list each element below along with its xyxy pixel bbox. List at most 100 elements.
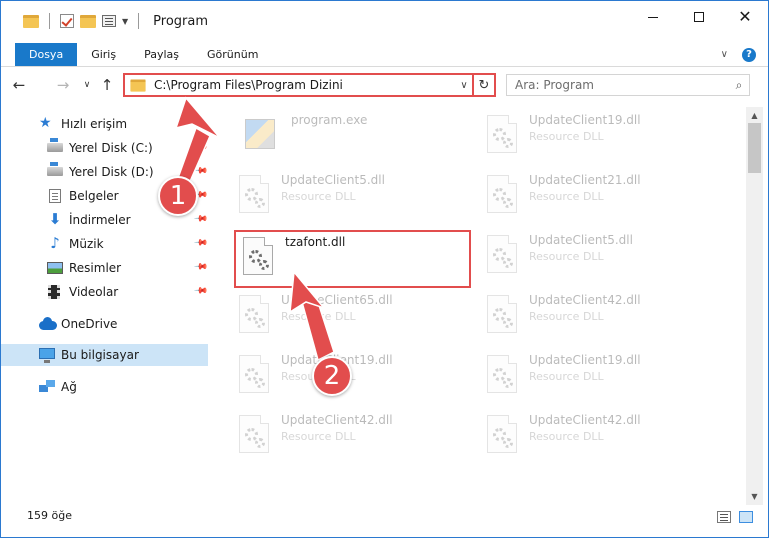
pin-icon[interactable]: 📌	[193, 283, 208, 298]
file-item[interactable]: UpdateClient42.dll Resource DLL	[481, 409, 717, 465]
window-title: Program	[153, 13, 209, 29]
address-dropdown-icon[interactable]: ∨	[456, 80, 472, 91]
title-bar: ▼ Program ✕	[1, 1, 768, 41]
onedrive-cloud-icon	[39, 317, 57, 330]
file-item[interactable]: UpdateClient42.dll Resource DLL	[481, 289, 717, 345]
pin-icon[interactable]: 📌	[193, 259, 208, 274]
file-item[interactable]: UpdateClient65.dll Resource DLL	[233, 289, 469, 345]
help-icon[interactable]: ?	[742, 47, 756, 62]
file-item[interactable]: UpdateClient5.dll Resource DLL	[481, 229, 717, 285]
drive-icon	[47, 138, 63, 152]
video-icon	[48, 285, 60, 299]
sidebar-item-quick-access[interactable]: ★ Hızlı erişim	[1, 113, 208, 135]
sidebar-item-pictures[interactable]: Resimler 📌	[1, 257, 208, 279]
sidebar-item-network[interactable]: Ağ	[1, 376, 208, 398]
recent-locations-button[interactable]: ∨	[77, 80, 97, 90]
dll-file-icon	[485, 175, 519, 215]
music-icon: ♪	[50, 234, 60, 252]
star-icon: ★	[39, 115, 52, 131]
address-bar[interactable]: C:\Program Files\Program Dizini ∨ ↻	[123, 73, 496, 97]
sidebar-item-disk-c[interactable]: Yerel Disk (C:) 📌	[1, 137, 208, 159]
tab-view[interactable]: Görünüm	[193, 43, 272, 66]
file-name: UpdateClient19.dll	[529, 353, 641, 367]
toolbar-dropdown-icon[interactable]: ▼	[122, 17, 128, 26]
status-bar: 159 öğe	[1, 505, 768, 529]
file-item[interactable]: UpdateClient5.dll Resource DLL	[233, 169, 469, 225]
sidebar-item-this-pc[interactable]: Bu bilgisayar	[1, 344, 208, 366]
vertical-scrollbar[interactable]: ▲ ▼	[746, 107, 763, 505]
file-item[interactable]: UpdateClient21.dll Resource DLL	[481, 169, 717, 225]
maximize-icon	[694, 12, 704, 22]
file-item[interactable]: program.exe	[239, 109, 475, 165]
file-name: UpdateClient65.dll	[281, 293, 393, 307]
dll-file-icon	[485, 115, 519, 155]
file-type: Resource DLL	[529, 310, 604, 323]
file-type: Resource DLL	[281, 430, 356, 443]
sidebar-item-label: Yerel Disk (D:)	[69, 165, 154, 179]
navigation-bar: ← → ∨ ↑ C:\Program Files\Program Dizini …	[1, 71, 768, 101]
sidebar-item-label: Ağ	[61, 380, 77, 394]
window-controls: ✕	[630, 1, 768, 33]
scroll-up-icon[interactable]: ▲	[746, 107, 763, 124]
tab-home[interactable]: Giriş	[77, 43, 130, 66]
close-button[interactable]: ✕	[722, 1, 768, 33]
properties-check-icon[interactable]	[60, 14, 74, 28]
search-input[interactable]	[507, 78, 729, 92]
computer-icon	[39, 348, 55, 363]
pin-icon[interactable]: 📌	[193, 235, 208, 250]
pictures-icon	[47, 262, 63, 274]
file-item[interactable]: UpdateClient42.dll Resource DLL	[233, 409, 469, 465]
pin-icon[interactable]: 📌	[193, 163, 208, 178]
expand-ribbon-icon[interactable]: ∨	[721, 49, 728, 60]
minimize-button[interactable]	[630, 1, 676, 33]
forward-button[interactable]: →	[53, 76, 73, 94]
tab-file[interactable]: Dosya	[15, 43, 78, 66]
scroll-down-icon[interactable]: ▼	[746, 488, 763, 505]
file-type: Resource DLL	[529, 250, 604, 263]
network-icon	[39, 380, 55, 392]
sidebar-item-label: Resimler	[69, 261, 122, 275]
tab-share[interactable]: Paylaş	[130, 43, 193, 66]
sidebar-item-music[interactable]: ♪ Müzik 📌	[1, 233, 208, 255]
dll-file-icon	[485, 415, 519, 455]
sidebar-item-label: Belgeler	[69, 189, 119, 203]
sidebar-item-onedrive[interactable]: OneDrive	[1, 313, 208, 335]
explorer-window: ▼ Program ✕ Dosya Giriş Paylaş Görünüm ∨…	[0, 0, 769, 538]
document-icon	[49, 189, 61, 203]
large-icons-view-icon[interactable]	[739, 511, 753, 523]
file-item[interactable]: UpdateClient19.dll Resource DLL	[481, 349, 717, 405]
refresh-button[interactable]: ↻	[472, 75, 494, 95]
step-2-badge: 2	[312, 356, 352, 396]
file-name: UpdateClient19.dll	[529, 113, 641, 127]
file-name: UpdateClient5.dll	[529, 233, 633, 247]
dll-file-icon	[485, 295, 519, 335]
details-view-icon[interactable]	[717, 511, 731, 523]
up-button[interactable]: ↑	[97, 76, 117, 94]
customize-toolbar-icon[interactable]	[102, 15, 116, 27]
search-box[interactable]: ⌕	[506, 74, 750, 96]
address-path[interactable]: C:\Program Files\Program Dizini	[154, 78, 456, 92]
file-type: Resource DLL	[529, 370, 604, 383]
sidebar-item-videos[interactable]: Videolar 📌	[1, 281, 208, 303]
search-icon[interactable]: ⌕	[729, 78, 749, 93]
close-icon: ✕	[738, 7, 752, 26]
file-highlight-box	[234, 230, 471, 288]
minimize-icon	[648, 16, 658, 18]
file-type: Resource DLL	[281, 190, 356, 203]
file-type: Resource DLL	[529, 430, 604, 443]
dll-file-icon	[237, 175, 271, 215]
pin-icon[interactable]: 📌	[193, 211, 208, 226]
maximize-button[interactable]	[676, 1, 722, 33]
file-item[interactable]: UpdateClient19.dll Resource DLL	[481, 109, 717, 165]
dll-file-icon	[485, 235, 519, 275]
scroll-thumb[interactable]	[748, 123, 761, 173]
sidebar-item-label: Bu bilgisayar	[61, 348, 139, 362]
new-folder-icon[interactable]	[80, 14, 96, 28]
pin-icon[interactable]: 📌	[193, 139, 208, 154]
navigation-pane: ★ Hızlı erişim Yerel Disk (C:) 📌 Yerel D…	[1, 107, 211, 505]
file-name: UpdateClient5.dll	[281, 173, 385, 187]
file-type: Resource DLL	[529, 190, 604, 203]
file-name: program.exe	[291, 113, 368, 127]
drive-icon	[47, 162, 63, 176]
back-button[interactable]: ←	[9, 76, 29, 94]
